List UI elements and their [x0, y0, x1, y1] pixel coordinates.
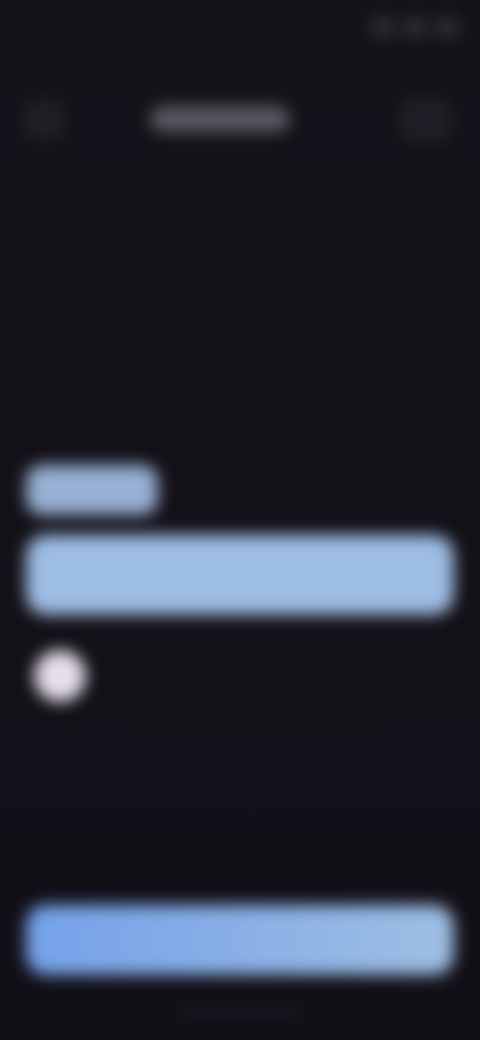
home-indicator[interactable]: [175, 1010, 305, 1016]
blurred-layer: [0, 0, 480, 1040]
status-icons: [372, 18, 458, 36]
status-indicator-icon: [34, 650, 86, 702]
battery-icon: [436, 18, 458, 36]
text-input[interactable]: [26, 535, 454, 615]
menu-icon[interactable]: [400, 98, 452, 142]
primary-button[interactable]: [26, 905, 454, 975]
back-icon[interactable]: [24, 100, 64, 140]
wifi-icon: [404, 18, 426, 36]
page-title: [150, 106, 290, 132]
signal-icon: [372, 18, 394, 36]
header: [0, 80, 480, 160]
status-bar: [0, 0, 480, 60]
app-screen: [0, 0, 480, 1040]
field-label: [26, 465, 158, 515]
